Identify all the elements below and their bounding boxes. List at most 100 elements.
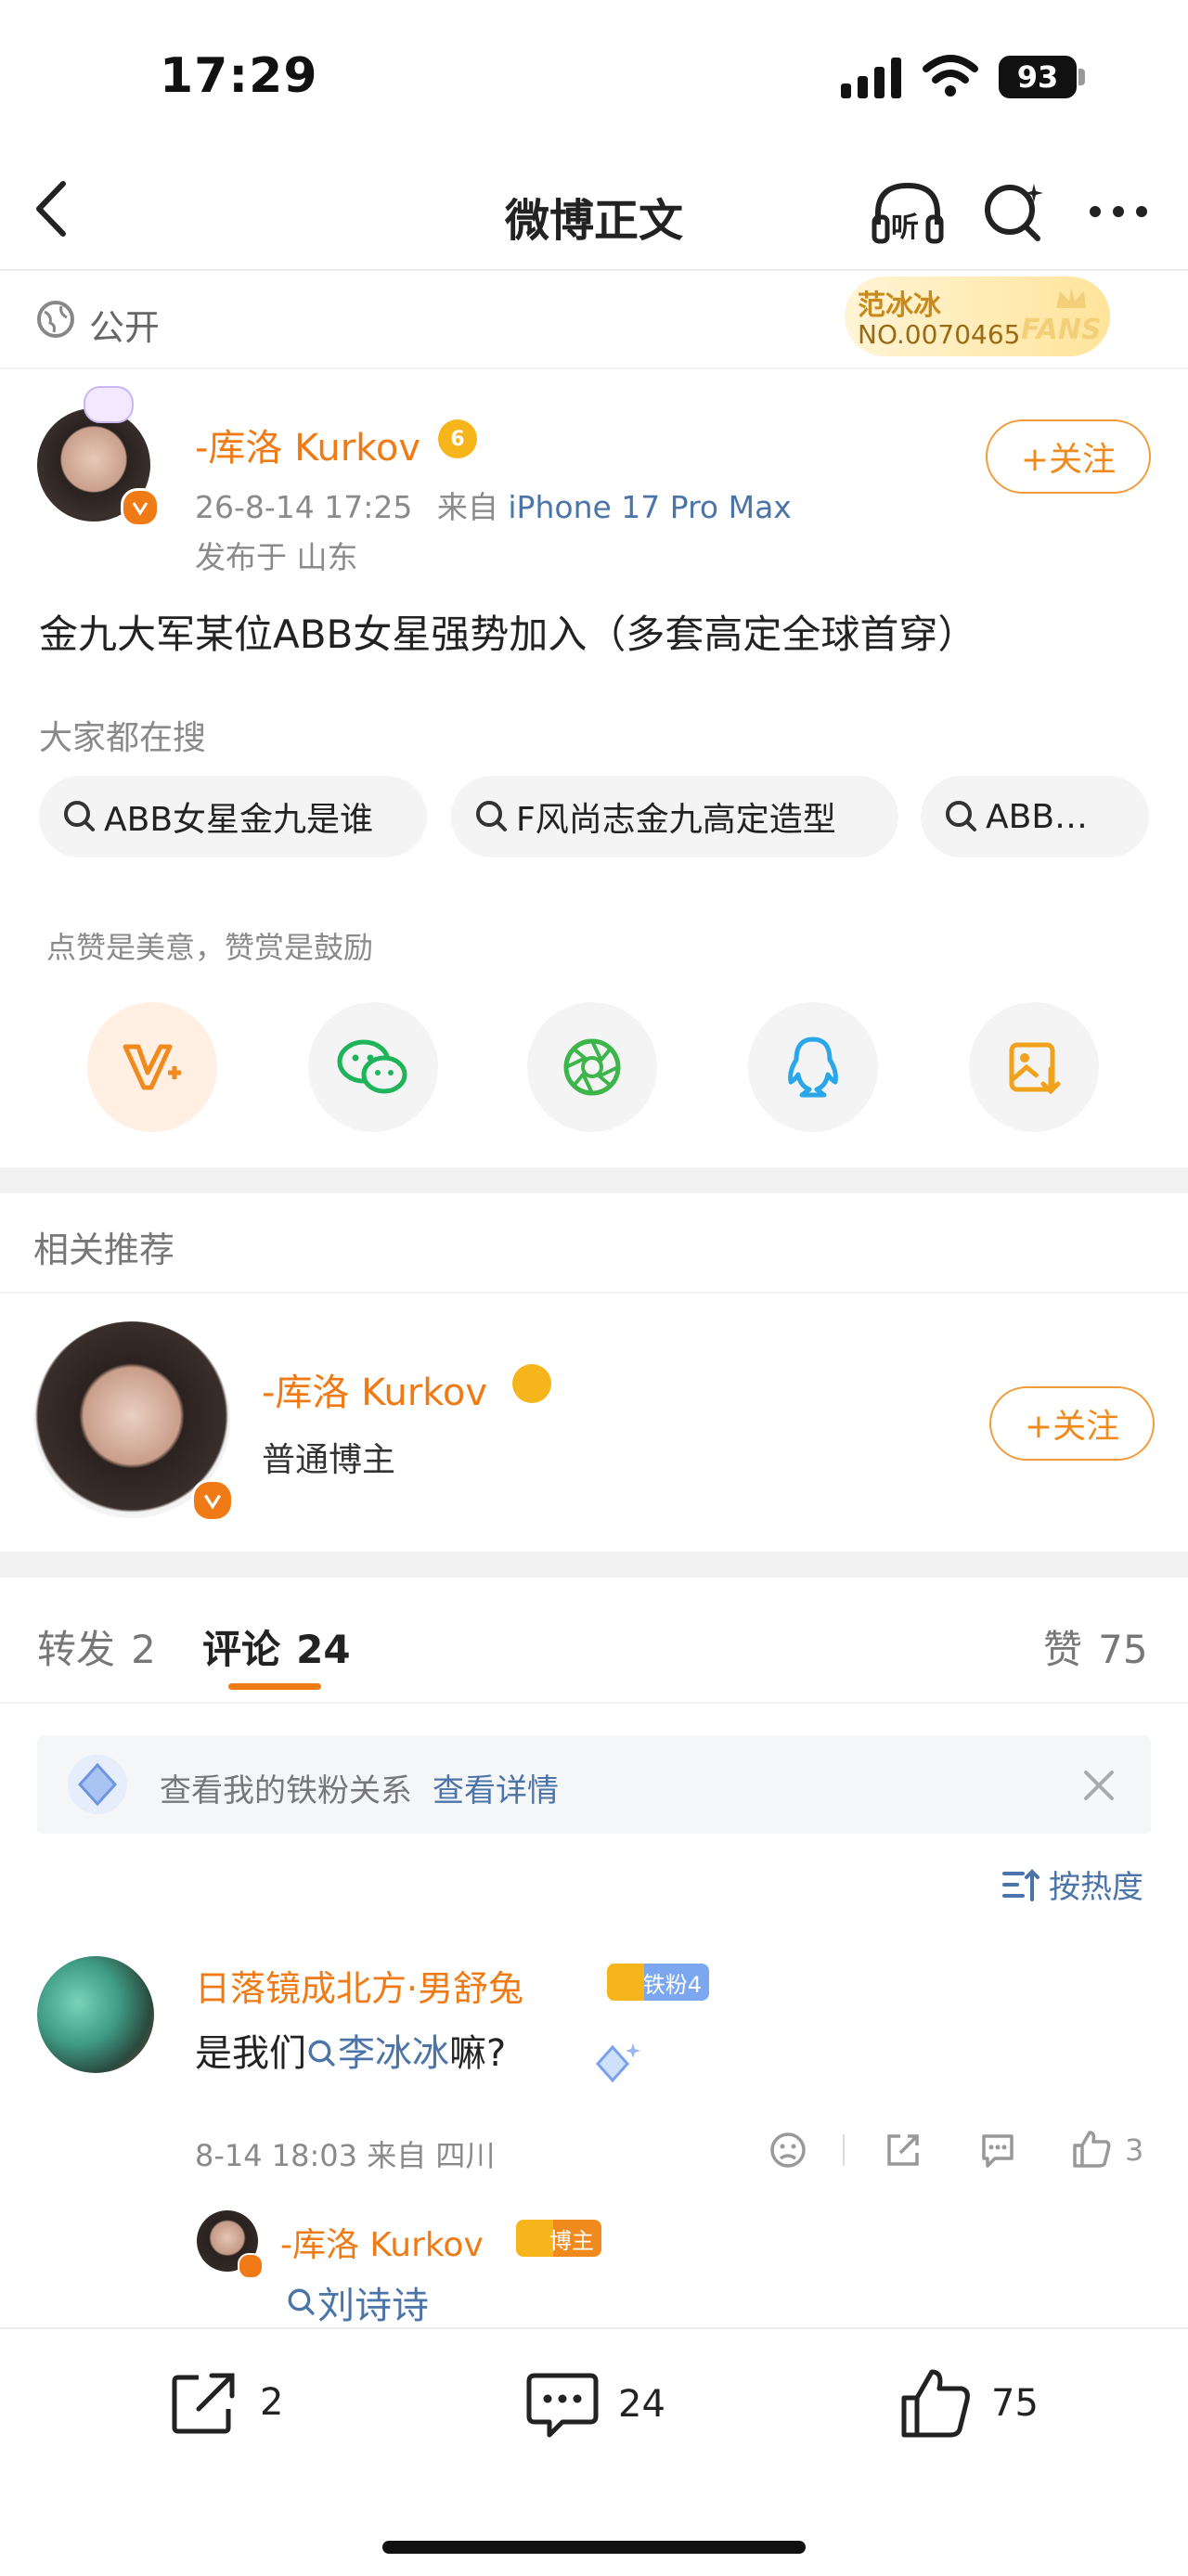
sparkle-diamond-icon — [595, 2043, 640, 2083]
tab-active-indicator — [228, 1683, 321, 1690]
post-location: 发布于 山东 — [195, 539, 358, 575]
reward-button[interactable] — [87, 1002, 217, 1132]
fan-level-badge: 铁粉4 — [607, 1964, 709, 2001]
comment-icon — [526, 2373, 599, 2438]
tab-comment-count: 24 — [296, 1627, 351, 1672]
related-role: 普通博主 — [262, 1441, 396, 1479]
comment-meta: 8-14 18:03 来自 四川 — [195, 2138, 496, 2173]
author-badge-label: 博主 — [549, 2227, 594, 2254]
vip-level-icon: 6 — [438, 419, 477, 458]
wechat-share-button[interactable] — [308, 1002, 438, 1132]
search-icon — [946, 801, 976, 831]
comment-topic-link[interactable]: 李冰冰 — [306, 2032, 449, 2075]
like-icon[interactable] — [1071, 2129, 1112, 2170]
divider-line — [0, 1292, 1188, 1294]
tab-like-count: 75 — [1098, 1627, 1148, 1672]
fan-relation-banner[interactable]: 查看我的铁粉关系 查看详情 — [37, 1735, 1151, 1834]
related-heading: 相关推荐 — [33, 1230, 175, 1270]
related-name[interactable]: -库洛 Kurkov — [262, 1362, 487, 1416]
verified-badge-icon — [238, 2253, 264, 2279]
divider-line — [0, 1702, 1188, 1704]
dislike-emoji-icon[interactable] — [768, 2131, 807, 2170]
tab-repost-count: 2 — [131, 1627, 156, 1672]
repost-icon[interactable] — [884, 2131, 923, 2170]
vip-crown-icon — [512, 1364, 551, 1403]
globe-icon — [37, 301, 74, 338]
tab-repost[interactable]: 转发 2 — [37, 1618, 156, 1675]
like-icon — [901, 2369, 970, 2438]
search-chip-label: ABB… — [986, 797, 1089, 836]
tab-comment[interactable]: 评论 24 — [202, 1618, 351, 1675]
tab-like[interactable]: 赞 75 — [1043, 1618, 1148, 1675]
save-image-icon — [1009, 1042, 1061, 1095]
battery-cap — [1078, 69, 1085, 85]
sort-label: 按热度 — [1049, 1869, 1143, 1906]
comment-text-prefix: 是我们 — [195, 2032, 306, 2075]
wechat-icon — [337, 1039, 407, 1094]
search-chip[interactable]: ABB女星金九是谁 — [39, 776, 427, 857]
fan-level-label: 铁粉4 — [642, 1971, 702, 1998]
search-chip-label: ABB女星金九是谁 — [104, 801, 374, 839]
sort-button[interactable]: 按热度 — [1001, 1861, 1143, 1907]
crown-icon — [1056, 288, 1086, 308]
more-icon[interactable] — [1086, 202, 1151, 221]
author-name[interactable]: -库洛 Kurkov — [195, 418, 420, 471]
moments-icon — [563, 1038, 621, 1096]
reply-topic-link[interactable]: 刘诗诗 — [286, 2275, 429, 2329]
wifi-icon — [923, 55, 978, 97]
follow-button[interactable]: +关注 — [986, 419, 1151, 494]
save-image-button[interactable] — [969, 1002, 1099, 1132]
search-icon — [288, 2288, 315, 2315]
bottom-like-count: 75 — [991, 2382, 1039, 2425]
source-device[interactable]: iPhone 17 Pro Max — [508, 489, 791, 525]
diamond-icon — [68, 1755, 127, 1814]
listen-button[interactable]: 听 — [871, 178, 945, 249]
bottom-comment-button[interactable]: 24 — [525, 2370, 665, 2439]
qq-share-button[interactable] — [748, 1002, 878, 1132]
reply-author-name[interactable]: -库洛 Kurkov — [280, 2218, 484, 2266]
close-icon[interactable] — [1082, 1769, 1116, 1802]
bottom-repost-button[interactable]: 2 — [171, 2370, 283, 2435]
related-follow-button[interactable]: +关注 — [989, 1386, 1155, 1461]
status-bar: 17:29 93 — [0, 0, 1188, 158]
tab-like-label: 赞 — [1043, 1627, 1083, 1672]
comment-text: 是我们 李冰冰嘛? — [195, 2023, 506, 2077]
bottom-like-button[interactable]: 75 — [898, 2366, 1039, 2441]
verified-badge-icon — [191, 1479, 234, 1522]
action-separator — [843, 2134, 845, 2166]
moments-share-button[interactable] — [527, 1002, 657, 1132]
search-chip[interactable]: ABB… — [921, 776, 1149, 857]
search-heading: 大家都在搜 — [39, 719, 207, 757]
reply-icon[interactable] — [978, 2131, 1017, 2170]
search-icon[interactable] — [982, 180, 1047, 245]
search-icon — [308, 2040, 335, 2067]
fan-banner-link[interactable]: 查看详情 — [433, 1765, 559, 1810]
commenter-name[interactable]: 日落镜成北方·男舒兔 — [195, 1960, 523, 2011]
repost-icon — [172, 2373, 235, 2434]
section-divider — [0, 1552, 1188, 1578]
commenter-avatar[interactable] — [37, 1956, 154, 2073]
tab-repost-label: 转发 — [37, 1627, 116, 1672]
fan-badge-number: NO.0070465 — [858, 319, 1021, 350]
search-chip[interactable]: F风尚志金九高定造型 — [451, 776, 898, 857]
fan-badge-watermark: FANS — [1021, 314, 1102, 346]
comment-link-text: 李冰冰 — [338, 2032, 449, 2075]
signal-icon — [841, 58, 901, 98]
comment-like-count: 3 — [1125, 2132, 1144, 2168]
visibility-row: 公开 范冰冰 NO.0070465 FANS — [0, 271, 1188, 369]
post-text: 金九大军某位ABB女星强势加入（多套高定全球首穿） — [39, 612, 977, 657]
section-divider — [0, 1167, 1188, 1193]
bottom-comment-count: 24 — [618, 2383, 665, 2426]
fan-banner-text: 查看我的铁粉关系 — [160, 1772, 412, 1810]
comment-text-suffix: 嘛? — [449, 2032, 507, 2075]
qq-icon — [788, 1037, 838, 1098]
status-time: 17:29 — [160, 48, 318, 104]
battery-icon: 93 — [999, 56, 1077, 98]
avatar-decoration — [84, 386, 134, 423]
post-timestamp: 26-8-14 17:25 — [195, 489, 413, 525]
post-meta: 26-8-14 17:25 来自 iPhone 17 Pro Max — [195, 483, 792, 527]
post-header: -库洛 Kurkov 6 26-8-14 17:25 来自 iPhone 17 … — [0, 367, 1188, 590]
fan-badge[interactable]: 范冰冰 NO.0070465 FANS — [845, 277, 1110, 356]
fan-badge-name: 范冰冰 — [858, 290, 941, 322]
battery-level: 93 — [1016, 59, 1059, 95]
